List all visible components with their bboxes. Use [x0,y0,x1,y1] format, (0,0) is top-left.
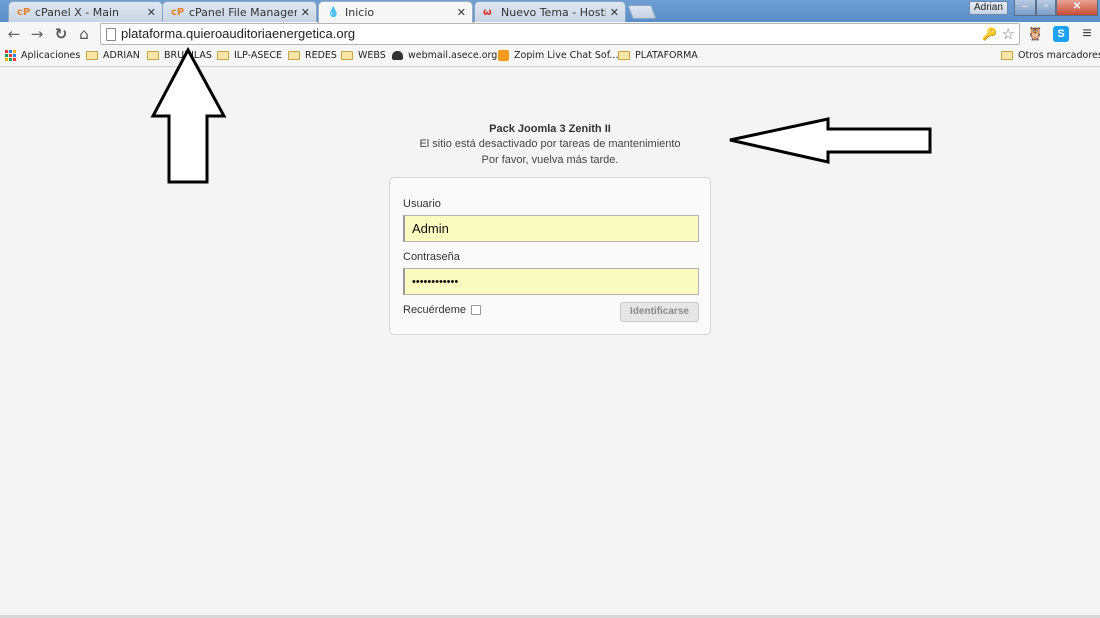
hosting-icon: ω [483,6,492,18]
remember-me[interactable]: Recuérdeme [403,304,481,316]
new-tab-button[interactable] [627,5,657,19]
tab-nuevo-tema[interactable]: ω Nuevo Tema - Hosting W ✕ [474,1,626,22]
bookmark-folder-redes[interactable]: REDES [288,50,337,61]
bookmark-label: Aplicaciones [21,50,81,61]
bookmark-label: REDES [305,50,337,61]
maximize-button[interactable]: ▫ [1036,0,1056,16]
bookmark-star-icon[interactable]: ☆ [1002,25,1015,43]
bookmark-label: BRUJULAS [164,50,212,61]
bookmark-folder-plataforma[interactable]: PLATAFORMA [618,50,698,61]
bookmark-label: WEBS [358,50,386,61]
tab-label: Nuevo Tema - Hosting W [501,5,606,19]
bookmark-apps[interactable]: Aplicaciones [5,50,80,61]
username-field[interactable]: Admin [403,215,699,242]
bookmark-label: ADRIAN [103,50,140,61]
tab-label: cPanel X - Main [35,5,119,19]
cpanel-icon: cP [171,6,185,18]
close-tab-icon[interactable]: ✕ [301,6,310,19]
bookmarks-bar: Aplicaciones ADRIAN BRUJULAS ILP-ASECE R… [0,46,1100,67]
address-url[interactable]: plataforma.quieroauditoriaenergetica.org [121,26,355,41]
remember-checkbox[interactable] [470,305,481,315]
reload-icon[interactable]: ↻ [52,25,70,43]
password-label: Contraseña [403,251,460,263]
tab-cpanel-file-manager[interactable]: cP cPanel File Manager v3 ✕ [162,1,317,22]
bookmark-folder-adrian[interactable]: ADRIAN [86,50,140,61]
back-icon[interactable]: ← [5,25,23,43]
password-field[interactable]: •••••••••••• [403,268,699,295]
login-form: Usuario Admin Contraseña •••••••••••• Re… [389,177,711,335]
profile-user-badge[interactable]: Adrian [969,1,1008,15]
cloud-icon [392,51,403,60]
folder-icon [341,51,353,60]
bookmark-folder-brujulas[interactable]: BRUJULAS [147,50,212,61]
key-icon[interactable]: 🔑 [982,27,997,41]
forward-icon[interactable]: → [28,25,46,43]
bookmark-label: Otros marcadores [1018,50,1100,61]
zopim-icon [498,50,509,61]
bookmark-label: Zopim Live Chat Sof... [514,50,619,61]
bookmark-label: webmail.asece.org [408,50,498,61]
extension-owl-icon[interactable]: 🦉 [1027,26,1043,42]
folder-icon [86,51,98,60]
offline-message: El sitio está desactivado por tareas de … [419,138,681,150]
folder-icon [1001,51,1013,60]
tab-cpanel-main[interactable]: cP cPanel X - Main ✕ [8,1,163,22]
site-title: Pack Joomla 3 Zenith II [489,123,611,135]
menu-icon[interactable]: ≡ [1079,26,1095,42]
login-button[interactable]: Identificarse [620,302,699,322]
browser-toolbar: ← → ↻ ⌂ plataforma.quieroauditoriaenerge… [0,22,1100,46]
page-icon [106,28,116,41]
bookmark-label: PLATAFORMA [635,50,698,61]
bookmark-label: ILP-ASECE [234,50,283,61]
close-tab-icon[interactable]: ✕ [457,6,466,19]
apps-grid-icon [5,50,16,61]
offline-header: Pack Joomla 3 Zenith II El sitio está de… [350,122,750,168]
skype-icon[interactable]: S [1053,26,1069,42]
close-window-button[interactable]: ✕ [1056,0,1098,16]
folder-icon [618,51,630,60]
bookmark-folder-ilp-asece[interactable]: ILP-ASECE [217,50,282,61]
page-content: Pack Joomla 3 Zenith II El sitio está de… [0,68,1100,618]
folder-icon [217,51,229,60]
close-tab-icon[interactable]: ✕ [610,6,619,19]
tab-inicio[interactable]: 💧 Inicio ✕ [318,1,473,23]
folder-icon [147,51,159,60]
close-tab-icon[interactable]: ✕ [147,6,156,19]
bookmark-other[interactable]: Otros marcadores [1001,50,1100,61]
address-bar[interactable]: plataforma.quieroauditoriaenergetica.org… [100,23,1020,45]
bookmark-webmail[interactable]: webmail.asece.org [392,50,497,61]
home-icon[interactable]: ⌂ [75,25,93,43]
cpanel-icon: cP [17,6,31,18]
bookmark-zopim[interactable]: Zopim Live Chat Sof... [498,50,618,61]
tab-label: Inicio [345,6,375,19]
remember-label: Recuérdeme [403,304,466,316]
username-label: Usuario [403,198,441,210]
bookmark-folder-webs[interactable]: WEBS [341,50,386,61]
browser-titlebar: cP cPanel X - Main ✕ cP cPanel File Mana… [0,0,1100,23]
minimize-button[interactable]: – [1014,0,1036,16]
folder-icon [288,51,300,60]
return-message: Por favor, vuelva más tarde. [481,154,619,166]
tab-label: cPanel File Manager v3 [189,5,297,19]
joomla-drop-icon: 💧 [327,7,340,18]
